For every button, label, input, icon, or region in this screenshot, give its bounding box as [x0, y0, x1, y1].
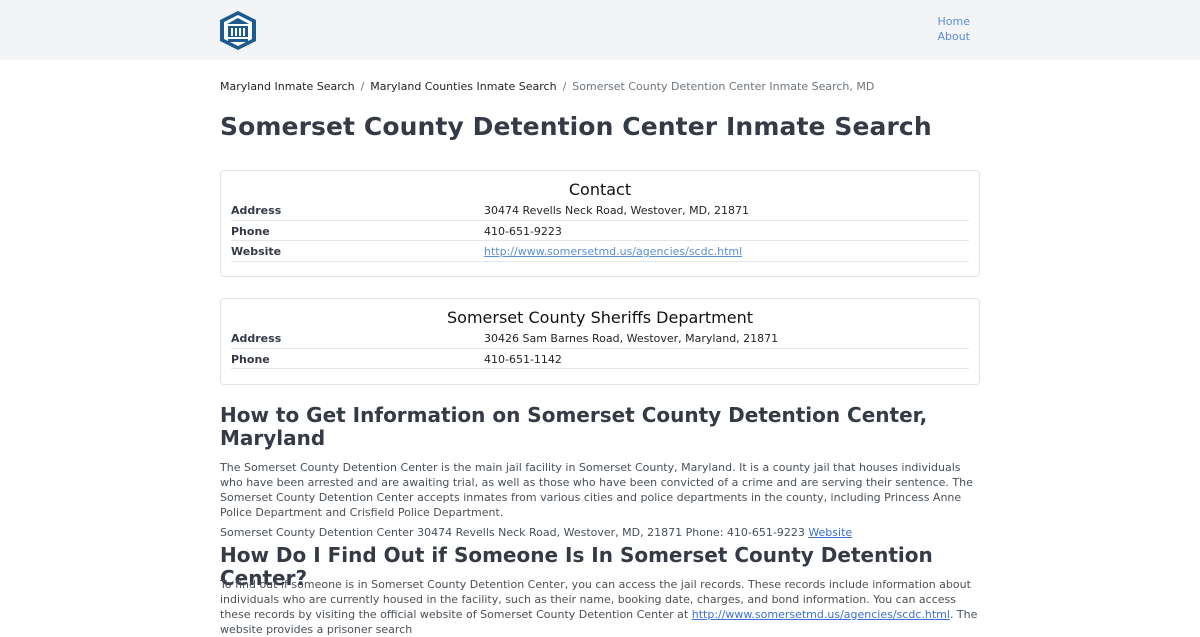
sheriff-phone-value: 410-651-1142 [484, 352, 562, 366]
contact-address-value: 30474 Revells Neck Road, Westover, MD, 2… [484, 204, 750, 217]
nav-about-link[interactable]: About [900, 29, 970, 44]
contact-website-row: Website http://www.somersetmd.us/agencie… [231, 241, 969, 262]
sheriff-address-row: Address 30426 Sam Barnes Road, Westover,… [231, 328, 969, 349]
sheriff-phone-row: Phone 410-651-1142 [231, 349, 969, 369]
contact-card-title: Contact [568, 180, 632, 199]
facility-website-link[interactable]: Website [808, 526, 852, 539]
contact-website-link[interactable]: http://www.somersetmd.us/agencies/scdc.h… [484, 245, 742, 258]
official-website-link[interactable]: http://www.somersetmd.us/agencies/scdc.h… [692, 608, 950, 621]
contact-website-cell: http://www.somersetmd.us/agencies/scdc.h… [484, 245, 742, 258]
row-label: Address [231, 204, 282, 217]
nav-home-link[interactable]: Home [900, 14, 970, 29]
breadcrumb-maryland-inmate-search[interactable]: Maryland Inmate Search [220, 80, 355, 93]
section-heading-get-information: How to Get Information on Somerset Count… [220, 403, 928, 450]
row-label: Phone [231, 352, 270, 366]
row-label: Phone [231, 224, 270, 238]
facility-summary-text: Somerset County Detention Center 30474 R… [220, 526, 809, 539]
page-title: Somerset County Detention Center Inmate … [220, 112, 932, 141]
sheriff-card: Somerset County Sheriffs Department Addr… [220, 298, 980, 385]
breadcrumb-separator: / [360, 80, 365, 93]
contact-phone-value: 410-651-9223 [484, 224, 562, 238]
jail-badge-icon[interactable] [219, 10, 257, 51]
breadcrumb-separator: / [562, 80, 567, 93]
sheriff-address-value: 30426 Sam Barnes Road, Westover, Marylan… [484, 332, 779, 345]
top-navbar: Home About [0, 0, 1200, 60]
breadcrumb-current: Somerset County Detention Center Inmate … [572, 80, 875, 93]
row-label: Website [231, 245, 282, 258]
row-label: Address [231, 332, 282, 345]
main-nav: Home About [900, 14, 970, 44]
section-paragraph: To find out if someone is in Somerset Co… [220, 577, 980, 637]
breadcrumb: Maryland Inmate Search / Maryland Counties… [220, 80, 980, 94]
breadcrumb-maryland-counties[interactable]: Maryland Counties Inmate Search [370, 80, 556, 93]
section-paragraph: The Somerset County Detention Center is … [220, 461, 973, 519]
facility-summary: Somerset County Detention Center 30474 R… [220, 525, 980, 540]
contact-phone-row: Phone 410-651-9223 [231, 221, 969, 241]
sheriff-card-title: Somerset County Sheriffs Department [447, 308, 753, 327]
contact-address-row: Address 30474 Revells Neck Road, Westove… [231, 200, 969, 221]
contact-card: Contact Address 30474 Revells Neck Road,… [220, 170, 980, 277]
